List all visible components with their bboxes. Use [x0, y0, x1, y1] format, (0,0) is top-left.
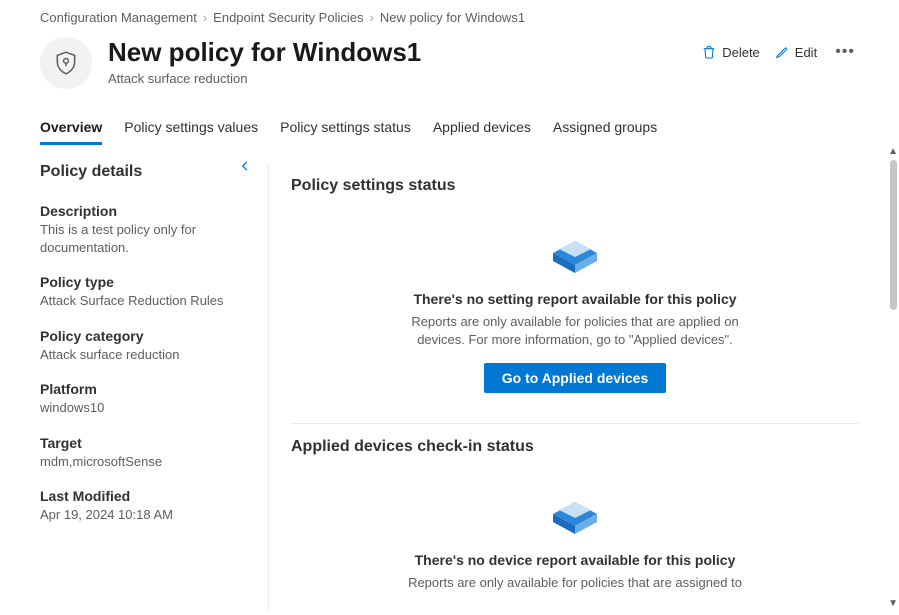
- last-modified-label: Last Modified: [40, 488, 250, 504]
- header-title-block: New policy for Windows1 Attack surface r…: [108, 37, 685, 86]
- tab-assigned-groups[interactable]: Assigned groups: [553, 111, 657, 145]
- pencil-icon: [774, 44, 790, 60]
- go-to-applied-devices-button[interactable]: Go to Applied devices: [484, 363, 667, 393]
- content-area: Policy details Description This is a tes…: [0, 145, 899, 610]
- detail-policy-type: Policy type Attack Surface Reduction Rul…: [40, 274, 250, 310]
- section-divider: [291, 423, 859, 424]
- chevron-right-icon: ›: [203, 10, 207, 25]
- page-title: New policy for Windows1: [108, 37, 685, 68]
- policy-type-label: Policy type: [40, 274, 250, 290]
- monitor-icon: [545, 229, 605, 279]
- platform-value: windows10: [40, 399, 250, 417]
- policy-details-heading: Policy details: [40, 163, 250, 181]
- section-applied-devices-checkin: Applied devices check-in status: [291, 438, 859, 456]
- more-actions-button[interactable]: •••: [831, 43, 859, 61]
- policy-category-value: Attack surface reduction: [40, 346, 250, 364]
- tab-applied-devices[interactable]: Applied devices: [433, 111, 531, 145]
- breadcrumb-level2[interactable]: Endpoint Security Policies: [213, 10, 363, 25]
- scrollbar-thumb[interactable]: [890, 160, 897, 310]
- empty-devices-report: There's no device report available for t…: [291, 466, 859, 610]
- empty-settings-desc: Reports are only available for policies …: [405, 313, 745, 349]
- empty-settings-report: There's no setting report available for …: [291, 205, 859, 413]
- platform-label: Platform: [40, 381, 250, 397]
- collapse-panel-button[interactable]: [238, 159, 252, 178]
- scrollbar[interactable]: [890, 160, 897, 600]
- delete-button[interactable]: Delete: [701, 44, 760, 60]
- detail-description: Description This is a test policy only f…: [40, 203, 250, 256]
- description-label: Description: [40, 203, 250, 219]
- page-subtitle: Attack surface reduction: [108, 71, 685, 86]
- detail-platform: Platform windows10: [40, 381, 250, 417]
- scroll-down-arrow-icon[interactable]: ▼: [888, 598, 898, 609]
- tab-overview[interactable]: Overview: [40, 111, 102, 145]
- policy-details-panel: Policy details Description This is a tes…: [40, 163, 250, 610]
- edit-label: Edit: [795, 45, 817, 60]
- detail-policy-category: Policy category Attack surface reduction: [40, 328, 250, 364]
- tab-policy-settings-status[interactable]: Policy settings status: [280, 111, 411, 145]
- empty-settings-title: There's no setting report available for …: [311, 291, 839, 307]
- edit-button[interactable]: Edit: [774, 44, 817, 60]
- tabs-bar: Overview Policy settings values Policy s…: [0, 111, 899, 145]
- policy-type-value: Attack Surface Reduction Rules: [40, 292, 250, 310]
- policy-shield-icon: [40, 37, 92, 89]
- scroll-up-arrow-icon[interactable]: ▲: [888, 146, 898, 157]
- page-header: New policy for Windows1 Attack surface r…: [0, 33, 899, 101]
- empty-devices-title: There's no device report available for t…: [311, 552, 839, 568]
- detail-target: Target mdm,microsoftSense: [40, 435, 250, 471]
- policy-category-label: Policy category: [40, 328, 250, 344]
- target-value: mdm,microsoftSense: [40, 453, 250, 471]
- description-value: This is a test policy only for documenta…: [40, 221, 250, 256]
- trash-icon: [701, 44, 717, 60]
- target-label: Target: [40, 435, 250, 451]
- header-actions: Delete Edit •••: [701, 37, 859, 61]
- delete-label: Delete: [722, 45, 760, 60]
- section-policy-settings-status: Policy settings status: [291, 177, 859, 195]
- tab-policy-settings-values[interactable]: Policy settings values: [124, 111, 258, 145]
- breadcrumb: Configuration Management › Endpoint Secu…: [0, 0, 899, 33]
- detail-last-modified: Last Modified Apr 19, 2024 10:18 AM: [40, 488, 250, 524]
- empty-devices-desc: Reports are only available for policies …: [405, 574, 745, 592]
- main-panel: Policy settings status There's no settin…: [268, 163, 899, 610]
- breadcrumb-level1[interactable]: Configuration Management: [40, 10, 197, 25]
- last-modified-value: Apr 19, 2024 10:18 AM: [40, 506, 250, 524]
- monitor-icon: [545, 490, 605, 540]
- chevron-right-icon: ›: [369, 10, 373, 25]
- breadcrumb-level3: New policy for Windows1: [380, 10, 525, 25]
